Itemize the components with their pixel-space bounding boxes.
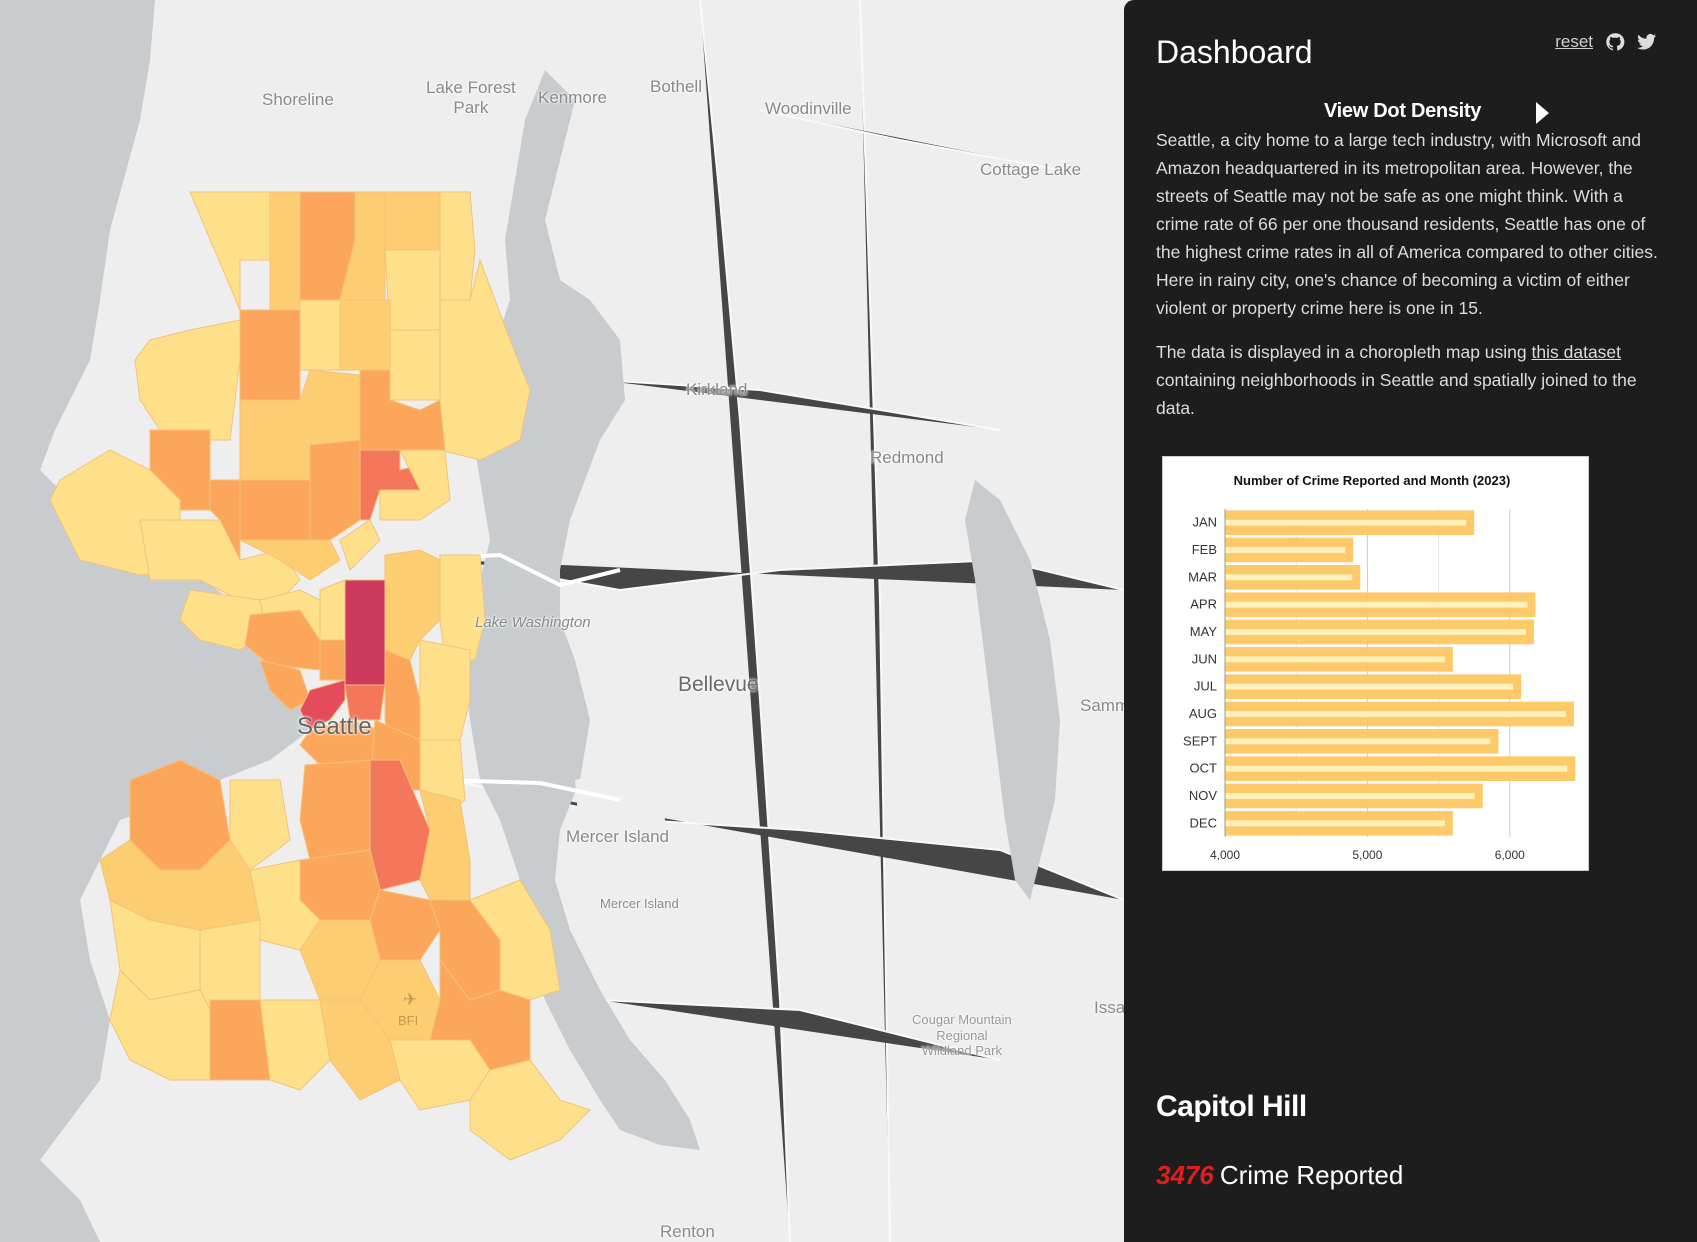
y-category-label: FEB	[1192, 542, 1217, 557]
neighborhood-madison-park[interactable]	[439, 554, 486, 661]
bar-highlight	[1225, 574, 1353, 581]
paragraph-2-text-end: containing neighborhoods in Seattle and …	[1156, 370, 1637, 418]
neighborhood-georgetown[interactable]	[299, 849, 381, 921]
neighborhood-lake-city[interactable]	[384, 191, 441, 251]
map-label-sammamish: Samm	[1080, 696, 1130, 715]
neighborhood-ravenna[interactable]	[389, 329, 441, 401]
neighborhood-wallingford[interactable]	[309, 439, 361, 541]
toggle-arrow-icon[interactable]	[1535, 100, 1551, 126]
map-label-bellevue: Bellevue	[678, 673, 759, 696]
y-category-label: JUN	[1192, 651, 1217, 666]
panel-title: Dashboard	[1156, 34, 1313, 70]
map-label-mercer-island-major: Mercer Island	[566, 827, 669, 846]
description-paragraph-2: The data is displayed in a choropleth ma…	[1156, 338, 1666, 422]
map-label-bfi: BFI	[398, 1013, 419, 1028]
top-links: reset	[1555, 32, 1657, 52]
neighborhood-madrona[interactable]	[419, 639, 471, 741]
map-label-cottage-lake: Cottage Lake	[980, 160, 1082, 179]
reset-link[interactable]: reset	[1555, 32, 1593, 52]
neighborhood-cedar-park[interactable]	[439, 191, 476, 301]
bar-highlight	[1225, 765, 1568, 772]
description: Seattle, a city home to a large tech ind…	[1156, 126, 1666, 438]
crime-count: 3476	[1156, 1160, 1214, 1190]
bar-highlight	[1225, 683, 1514, 690]
neighborhood-phinney-ridge[interactable]	[239, 479, 311, 541]
neighborhood-queen-anne-n[interactable]	[319, 579, 346, 641]
map-label-lake-washington: Lake Washington	[475, 614, 591, 631]
github-icon[interactable]	[1605, 32, 1625, 52]
y-category-label: OCT	[1190, 761, 1218, 776]
neighborhood-roosevelt-n[interactable]	[339, 299, 391, 371]
airport-icon: ✈	[403, 990, 418, 1009]
chart-svg: Number of Crime Reported and Month (2023…	[1183, 473, 1576, 862]
map-label-issaquah: Issa	[1094, 998, 1126, 1017]
neighborhood-capitol-hill[interactable]	[344, 579, 386, 686]
map-label-mercer-island-minor: Mercer Island	[600, 896, 679, 911]
bar-highlight	[1225, 629, 1527, 635]
y-category-label: DEC	[1190, 815, 1217, 830]
map-label-kirkland: Kirkland	[686, 380, 748, 399]
view-dot-density-toggle[interactable]: View Dot Density	[1324, 100, 1481, 123]
map-label-kenmore: Kenmore	[538, 88, 607, 107]
bar-highlight	[1225, 656, 1445, 663]
y-category-label: JUL	[1194, 679, 1217, 694]
map-label-renton: Renton	[660, 1222, 715, 1241]
dataset-link[interactable]: this dataset	[1532, 342, 1622, 362]
x-tick-label: 6,000	[1495, 848, 1525, 862]
bar-highlight	[1225, 820, 1445, 827]
x-tick-label: 4,000	[1210, 848, 1240, 862]
map-label-cougar-mountain: Cougar Mountain Regional Wildland Park	[912, 1012, 1012, 1059]
twitter-icon[interactable]	[1637, 32, 1657, 52]
y-category-label: MAY	[1190, 624, 1218, 639]
paragraph-2-text-start: The data is displayed in a choropleth ma…	[1156, 342, 1532, 362]
crime-suffix: Crime Reported	[1219, 1160, 1404, 1190]
bar-highlight	[1225, 519, 1467, 526]
bar-highlight	[1225, 547, 1346, 553]
bar-highlight	[1225, 793, 1475, 799]
description-paragraph-1: Seattle, a city home to a large tech ind…	[1156, 130, 1658, 318]
dashboard-panel: Dashboard reset View Dot Density Seattle…	[1124, 0, 1697, 1242]
map-label-shoreline: Shoreline	[262, 90, 334, 109]
neighborhood-maple-leaf[interactable]	[299, 299, 341, 371]
neighborhood-sodo[interactable]	[299, 759, 371, 861]
map-label-seattle: Seattle	[297, 713, 372, 740]
map-label-lake-forest-park: Lake Forest Park	[426, 78, 516, 118]
neighborhood-bitter-lake[interactable]	[269, 191, 301, 311]
y-category-label: NOV	[1189, 788, 1218, 803]
y-category-label: MAR	[1188, 569, 1217, 584]
bar-highlight	[1225, 711, 1566, 717]
crime-reported-line: 3476 Crime Reported	[1156, 1160, 1403, 1191]
neighborhood-greenwood[interactable]	[239, 309, 301, 401]
map-label-redmond: Redmond	[870, 448, 944, 467]
x-tick-label: 5,000	[1352, 848, 1382, 862]
neighborhood-queen-anne-e[interactable]	[319, 639, 346, 681]
map-label-bothell: Bothell	[650, 77, 702, 96]
neighborhood-wedgwood-n[interactable]	[384, 249, 441, 331]
map-label-woodinville: Woodinville	[765, 99, 852, 118]
bar-highlight	[1225, 601, 1528, 608]
chart-title: Number of Crime Reported and Month (2023…	[1234, 473, 1511, 488]
bar-highlight	[1225, 738, 1491, 745]
y-category-label: JAN	[1192, 515, 1217, 530]
selected-region-name: Capitol Hill	[1156, 1090, 1307, 1123]
y-category-label: AUG	[1189, 706, 1217, 721]
crime-by-month-chart: Number of Crime Reported and Month (2023…	[1162, 456, 1589, 871]
neighborhood-morgan-junction[interactable]	[199, 919, 261, 1011]
y-category-label: APR	[1190, 597, 1217, 612]
y-category-label: SEPT	[1183, 733, 1217, 748]
